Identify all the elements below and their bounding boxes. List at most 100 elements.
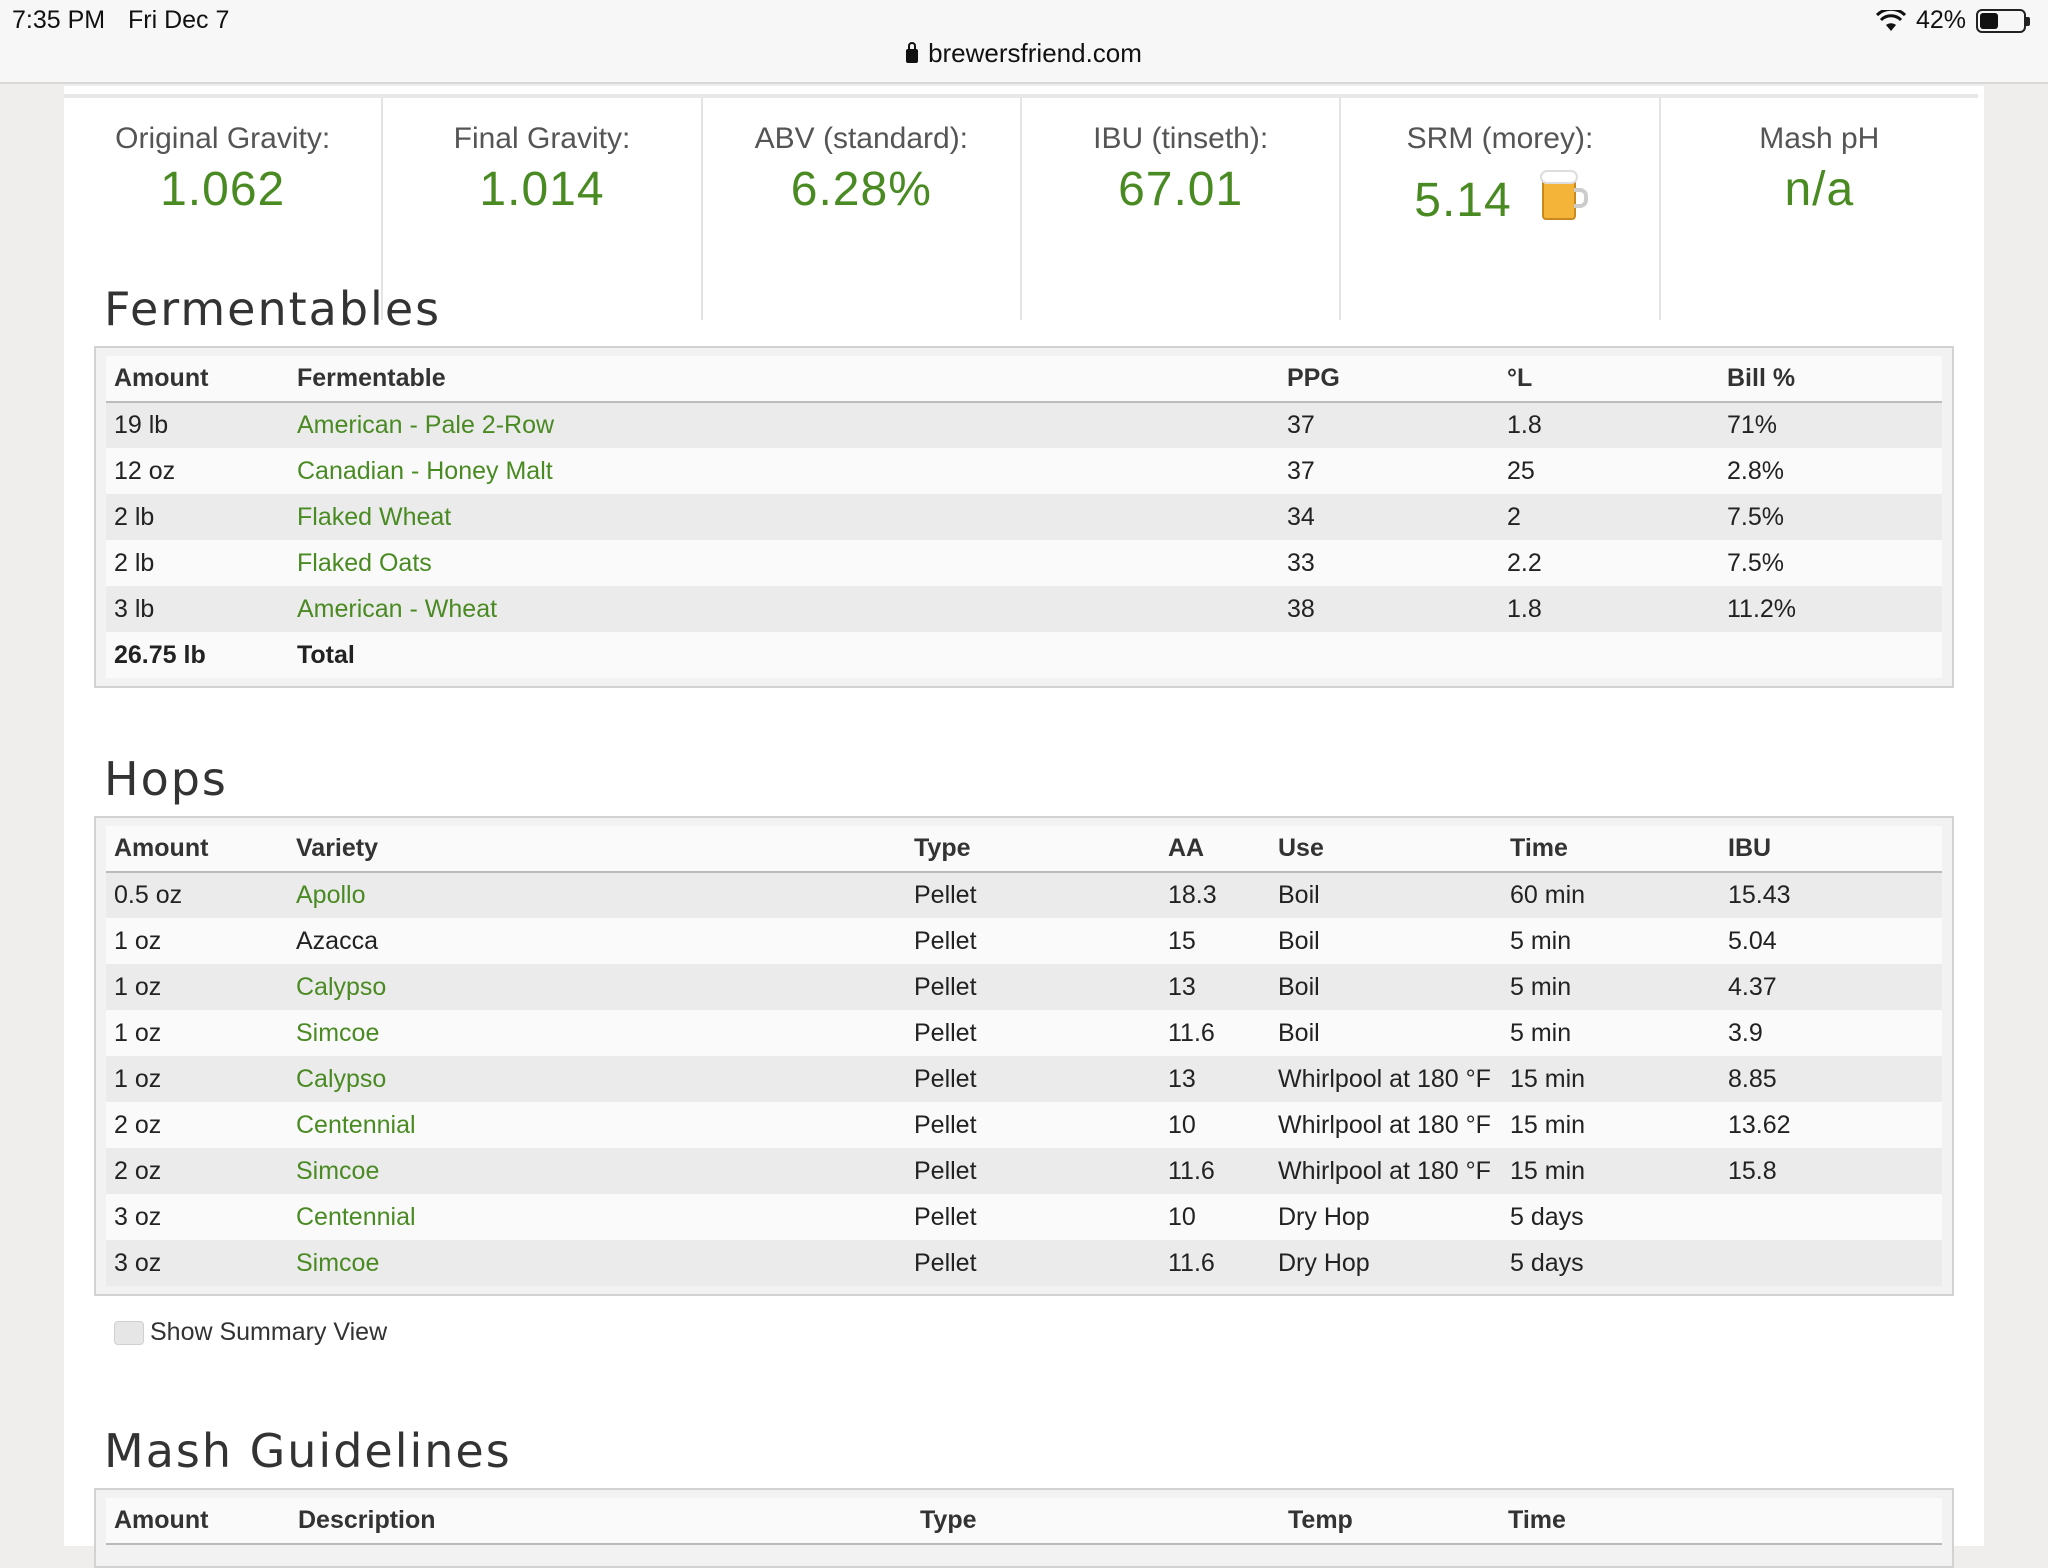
stat-value-row: 5.14 bbox=[1341, 170, 1658, 228]
bill-cell: 7.5% bbox=[1719, 494, 1942, 540]
aa-cell: 11.6 bbox=[1160, 1240, 1270, 1286]
hop-link[interactable]: Centennial bbox=[296, 1203, 416, 1231]
battery-icon bbox=[1976, 8, 2030, 33]
amount-cell: 2 oz bbox=[106, 1148, 288, 1194]
col-header: Amount bbox=[106, 826, 288, 873]
ppg-cell: 33 bbox=[1279, 540, 1499, 586]
amount-cell: 3 oz bbox=[106, 1240, 288, 1286]
hop-link[interactable]: Calypso bbox=[296, 973, 386, 1001]
col-header: Variety bbox=[288, 826, 906, 873]
address-bar[interactable]: brewersfriend.com bbox=[0, 38, 2048, 69]
ibu-cell: 15.8 bbox=[1720, 1148, 1942, 1194]
fermentable-link[interactable]: Flaked Oats bbox=[297, 549, 432, 577]
fermentable-link[interactable]: Flaked Wheat bbox=[297, 503, 451, 531]
stat-label: Original Gravity: bbox=[115, 122, 331, 155]
lovibond-cell: 1.8 bbox=[1499, 402, 1719, 448]
table-header-row: Amount Fermentable PPG °L Bill % bbox=[106, 356, 1942, 403]
table-row: 2 lb Flaked Oats 33 2.2 7.5% bbox=[106, 540, 1942, 586]
use-cell: Whirlpool at 180 °F bbox=[1270, 1102, 1502, 1148]
stat-value: 5.14 bbox=[1414, 174, 1512, 227]
aa-cell: 10 bbox=[1160, 1102, 1270, 1148]
bill-cell: 71% bbox=[1719, 402, 1942, 448]
bill-cell: 11.2% bbox=[1719, 586, 1942, 632]
aa-cell: 15 bbox=[1160, 918, 1270, 964]
stat-srm: SRM (morey): 5.14 bbox=[1341, 98, 1661, 320]
use-cell: Boil bbox=[1270, 872, 1502, 918]
col-header: Fermentable bbox=[289, 356, 1279, 403]
beer-mug-icon bbox=[1539, 170, 1588, 220]
mash-title: Mash Guidelines bbox=[104, 1424, 512, 1478]
show-summary-toggle[interactable]: Show Summary View bbox=[114, 1318, 387, 1347]
amount-cell: 1 oz bbox=[106, 1010, 288, 1056]
recipe-page: Original Gravity: 1.062 Final Gravity: 1… bbox=[64, 86, 1984, 1568]
stat-value: 1.014 bbox=[479, 163, 605, 216]
stat-value: n/a bbox=[1784, 163, 1855, 216]
table-row: 2 lb Flaked Wheat 34 2 7.5% bbox=[106, 494, 1942, 540]
table-row: 3 oz Centennial Pellet 10 Dry Hop 5 days bbox=[106, 1194, 1942, 1240]
use-cell: Whirlpool at 180 °F bbox=[1270, 1148, 1502, 1194]
table-row: 19 lb American - Pale 2-Row 37 1.8 71% bbox=[106, 402, 1942, 448]
ibu-cell: 5.04 bbox=[1720, 918, 1942, 964]
fermentables-title: Fermentables bbox=[104, 282, 442, 336]
bill-cell: 2.8% bbox=[1719, 448, 1942, 494]
col-header: Amount bbox=[106, 1498, 290, 1545]
lovibond-cell: 25 bbox=[1499, 448, 1719, 494]
aa-cell: 11.6 bbox=[1160, 1148, 1270, 1194]
total-amount: 26.75 lb bbox=[106, 632, 289, 678]
ibu-cell bbox=[1720, 1240, 1942, 1286]
stat-value: 6.28% bbox=[790, 163, 932, 216]
aa-cell: 13 bbox=[1160, 1056, 1270, 1102]
hop-link[interactable]: Simcoe bbox=[296, 1249, 379, 1277]
aa-cell: 11.6 bbox=[1160, 1010, 1270, 1056]
time-cell: 15 min bbox=[1502, 1056, 1720, 1102]
time-cell: 15 min bbox=[1502, 1148, 1720, 1194]
ppg-cell: 37 bbox=[1279, 402, 1499, 448]
type-cell: Pellet bbox=[906, 1010, 1160, 1056]
col-header: Description bbox=[290, 1498, 912, 1545]
ppg-cell: 38 bbox=[1279, 586, 1499, 632]
time-cell: 60 min bbox=[1502, 872, 1720, 918]
type-cell: Pellet bbox=[906, 1102, 1160, 1148]
hop-link[interactable]: Calypso bbox=[296, 1065, 386, 1093]
table-header-row: Amount Variety Type AA Use Time IBU bbox=[106, 826, 1942, 873]
aa-cell: 18.3 bbox=[1160, 872, 1270, 918]
table-row: 3 lb American - Wheat 38 1.8 11.2% bbox=[106, 586, 1942, 632]
lovibond-cell: 2 bbox=[1499, 494, 1719, 540]
total-row: 26.75 lb Total bbox=[106, 632, 1942, 678]
hop-link[interactable]: Centennial bbox=[296, 1111, 416, 1139]
stat-label: ABV (standard): bbox=[754, 122, 969, 155]
ibu-cell: 8.85 bbox=[1720, 1056, 1942, 1102]
hops-title: Hops bbox=[104, 752, 228, 806]
use-cell: Boil bbox=[1270, 964, 1502, 1010]
hop-link[interactable]: Simcoe bbox=[296, 1157, 379, 1185]
use-cell: Dry Hop bbox=[1270, 1240, 1502, 1286]
time-cell: 5 min bbox=[1502, 918, 1720, 964]
use-cell: Boil bbox=[1270, 918, 1502, 964]
fermentable-link[interactable]: American - Pale 2-Row bbox=[297, 411, 554, 439]
col-header: AA bbox=[1160, 826, 1270, 873]
ibu-cell: 4.37 bbox=[1720, 964, 1942, 1010]
col-header: Type bbox=[912, 1498, 1280, 1545]
col-header: Use bbox=[1270, 826, 1502, 873]
amount-cell: 3 lb bbox=[106, 586, 289, 632]
use-cell: Boil bbox=[1270, 1010, 1502, 1056]
fermentable-link[interactable]: American - Wheat bbox=[297, 595, 497, 623]
status-right: 42% bbox=[1875, 6, 2030, 35]
mash-table: Amount Description Type Temp Time bbox=[94, 1488, 1954, 1568]
hop-link[interactable]: Simcoe bbox=[296, 1019, 379, 1047]
summary-checkbox[interactable] bbox=[114, 1320, 144, 1345]
use-cell: Dry Hop bbox=[1270, 1194, 1502, 1240]
hop-link[interactable]: Apollo bbox=[296, 881, 366, 909]
stat-abv: ABV (standard): 6.28% bbox=[703, 98, 1022, 320]
type-cell: Pellet bbox=[906, 872, 1160, 918]
time-cell: 5 days bbox=[1502, 1194, 1720, 1240]
col-header: Type bbox=[906, 826, 1160, 873]
table-row: 3 oz Simcoe Pellet 11.6 Dry Hop 5 days bbox=[106, 1240, 1942, 1286]
amount-cell: 19 lb bbox=[106, 402, 289, 448]
table-row: 0.5 oz Apollo Pellet 18.3 Boil 60 min 15… bbox=[106, 872, 1942, 918]
stat-label: IBU (tinseth): bbox=[1093, 122, 1269, 155]
ibu-cell bbox=[1720, 1194, 1942, 1240]
fermentable-link[interactable]: Canadian - Honey Malt bbox=[297, 457, 553, 485]
stat-mash-ph: Mash pH n/a bbox=[1661, 98, 1978, 320]
amount-cell: 1 oz bbox=[106, 1056, 288, 1102]
